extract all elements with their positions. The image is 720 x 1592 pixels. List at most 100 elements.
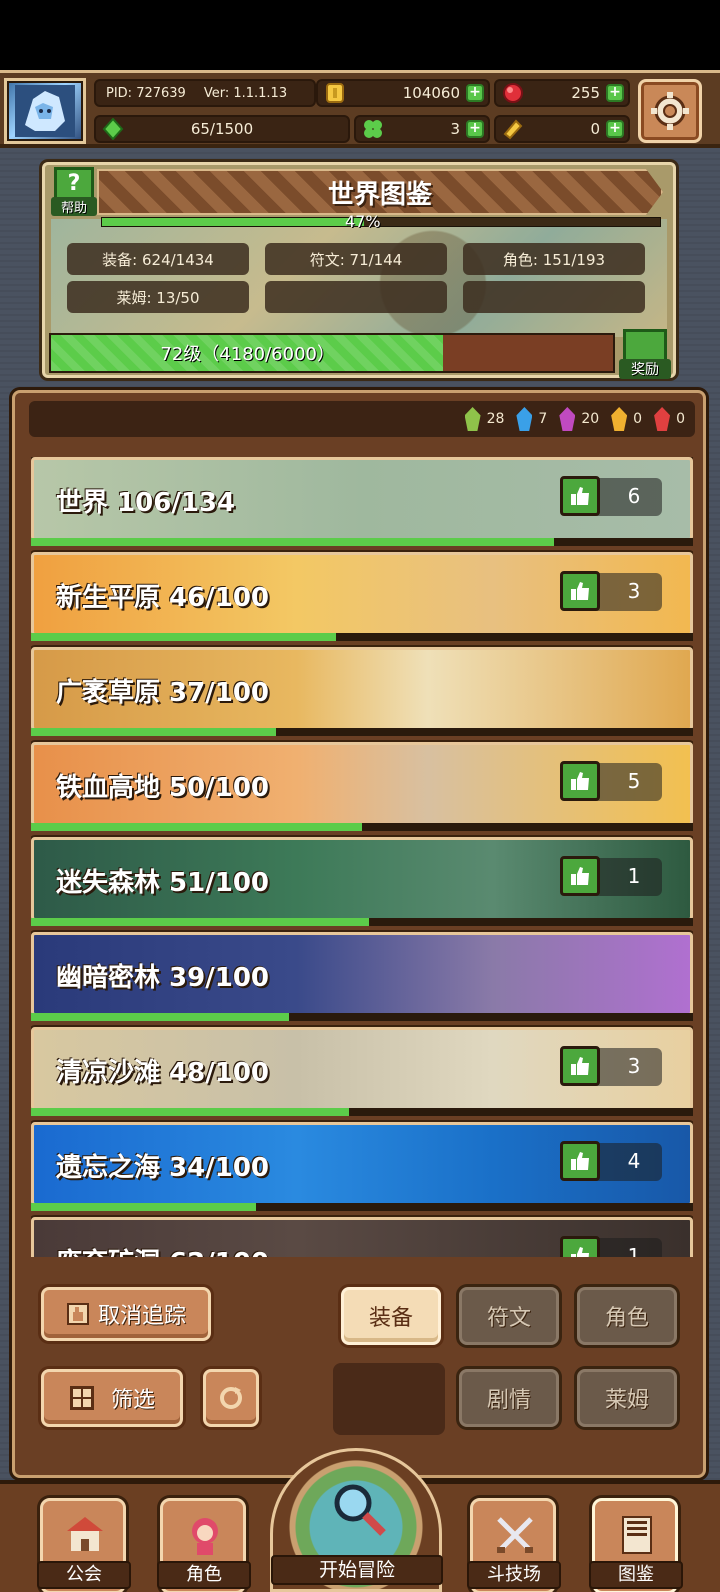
- stat-slimes: 莱姆: 13/50: [67, 281, 249, 313]
- refresh-icon: [220, 1387, 242, 1409]
- thumbs-up-icon: [560, 476, 600, 516]
- nav-arena[interactable]: 斗技场: [467, 1498, 561, 1592]
- region-progress-bar: [31, 728, 693, 736]
- nav-codex-label: 图鉴: [589, 1561, 683, 1589]
- filter-button[interactable]: 筛选: [41, 1369, 183, 1427]
- stat-empty-2: [463, 281, 645, 313]
- region-name: 废弃矿洞 62/100: [56, 1242, 269, 1257]
- tab-runes[interactable]: 符文: [459, 1287, 559, 1345]
- region-name: 迷失森林 51/100: [56, 868, 270, 898]
- region-row[interactable]: 遗忘之海 34/100 4: [31, 1122, 693, 1211]
- gear-icon: [651, 92, 689, 130]
- track-badge[interactable]: 1: [560, 1236, 662, 1257]
- avatar-portrait-icon: [15, 85, 75, 137]
- thumb-icon: [66, 1303, 89, 1325]
- coin-counter: 104060 +: [316, 79, 490, 107]
- region-progress-fill: [31, 823, 362, 831]
- guild-house-icon: [67, 1517, 103, 1551]
- tab-slimes-label: 莱姆: [604, 1388, 649, 1413]
- track-badge[interactable]: 3: [560, 571, 662, 611]
- help-label: 帮助: [51, 197, 97, 216]
- region-progress-fill: [31, 728, 276, 736]
- reward-label: 奖励: [619, 359, 671, 379]
- track-count: 4: [627, 1149, 641, 1173]
- add-coins-button[interactable]: +: [466, 84, 484, 102]
- help-button[interactable]: ? 帮助: [51, 167, 97, 219]
- track-badge[interactable]: 6: [560, 476, 662, 516]
- gem-count: 0: [633, 411, 643, 427]
- stat-empty-1: [265, 281, 447, 313]
- region-row[interactable]: 废弃矿洞 62/100 1: [31, 1217, 693, 1257]
- track-count: 3: [627, 1054, 641, 1078]
- completion-percent: 47%: [345, 212, 381, 231]
- gem-summary-row: 28 7 20 0 0: [29, 401, 695, 437]
- nav-guild[interactable]: 公会: [37, 1498, 131, 1592]
- region-progress-fill: [31, 1108, 349, 1116]
- track-badge[interactable]: 5: [560, 761, 662, 801]
- region-name: 新生平原 46/100: [56, 583, 270, 613]
- player-info: PID: 727639 Ver: 1.1.1.13: [94, 79, 316, 107]
- help-question-icon: ?: [54, 167, 94, 201]
- character-icon: [192, 1518, 218, 1555]
- track-badge[interactable]: 1: [560, 856, 662, 896]
- region-progress-fill: [31, 633, 336, 641]
- refresh-button[interactable]: [203, 1369, 259, 1427]
- gem-counter: 0: [654, 407, 685, 431]
- ticket-value: 0: [590, 120, 600, 138]
- settings-button[interactable]: [638, 79, 702, 143]
- thumbs-up-icon: [560, 761, 600, 801]
- tab-equipment[interactable]: 装备: [341, 1287, 441, 1345]
- reward-button[interactable]: 奖励: [619, 329, 671, 383]
- book-icon: [622, 1516, 652, 1554]
- tab-story[interactable]: 剧情: [459, 1369, 559, 1427]
- region-row[interactable]: 新生平原 46/100 3: [31, 552, 693, 641]
- thumbs-up-icon: [560, 1141, 600, 1181]
- filter-label: 筛选: [110, 1388, 155, 1413]
- codex-level-bar: 72级（4180/6000）: [49, 333, 615, 373]
- region-progress-fill: [31, 1013, 290, 1021]
- track-badge[interactable]: 3: [560, 1046, 662, 1086]
- thumbs-up-icon: [560, 856, 600, 896]
- track-count: 3: [627, 579, 641, 603]
- add-tickets-button[interactable]: +: [606, 120, 624, 138]
- region-name: 世界 106/134: [56, 488, 236, 518]
- magnifier-icon: [334, 1484, 386, 1536]
- region-row[interactable]: 广袤草原 37/100: [31, 647, 693, 736]
- region-row[interactable]: 清凉沙滩 48/100 3: [31, 1027, 693, 1116]
- codex-level-text: 72级（4180/6000）: [160, 344, 335, 365]
- region-row[interactable]: 铁血高地 50/100 5: [31, 742, 693, 831]
- tab-slimes[interactable]: 莱姆: [577, 1369, 677, 1427]
- ruby-icon: [503, 83, 523, 103]
- gem-counter: 7: [516, 407, 547, 431]
- nav-codex[interactable]: 图鉴: [589, 1498, 683, 1592]
- codex-title-banner: 世界图鉴: [97, 169, 663, 215]
- thumbs-up-icon: [560, 571, 600, 611]
- version-text: Ver: 1.1.1.13: [203, 85, 288, 101]
- track-badge[interactable]: 4: [560, 1141, 662, 1181]
- region-row[interactable]: 幽暗密林 39/100: [31, 932, 693, 1021]
- tab-equipment-label: 装备: [368, 1306, 413, 1331]
- nav-character-label: 角色: [157, 1561, 251, 1589]
- nav-character[interactable]: 角色: [157, 1498, 251, 1592]
- region-list[interactable]: 世界 106/134 6 新生平原 46/100 3 广袤草原 37/100 铁血高地 5…: [31, 457, 693, 1257]
- region-progress-bar: [31, 538, 693, 546]
- player-avatar[interactable]: [4, 78, 86, 144]
- clover-icon: [364, 120, 382, 138]
- stat-equipment: 装备: 624/1434: [67, 243, 249, 275]
- untrack-button[interactable]: 取消追踪: [41, 1287, 211, 1341]
- add-clovers-button[interactable]: +: [466, 120, 484, 138]
- region-row[interactable]: 世界 106/134 6: [31, 457, 693, 546]
- region-progress-bar: [31, 1203, 693, 1211]
- tab-story-label: 剧情: [486, 1388, 531, 1413]
- region-name: 遗忘之海 34/100: [56, 1153, 270, 1183]
- region-progress-fill: [31, 918, 369, 926]
- gem-count: 0: [676, 411, 685, 427]
- region-progress-bar: [31, 918, 693, 926]
- gem-count: 28: [486, 411, 505, 427]
- region-row[interactable]: 迷失森林 51/100 1: [31, 837, 693, 926]
- gem-icon: [516, 407, 533, 431]
- gem-counter: 0: [611, 407, 642, 431]
- add-rubies-button[interactable]: +: [606, 84, 624, 102]
- region-progress-fill: [31, 538, 554, 546]
- tab-characters[interactable]: 角色: [577, 1287, 677, 1345]
